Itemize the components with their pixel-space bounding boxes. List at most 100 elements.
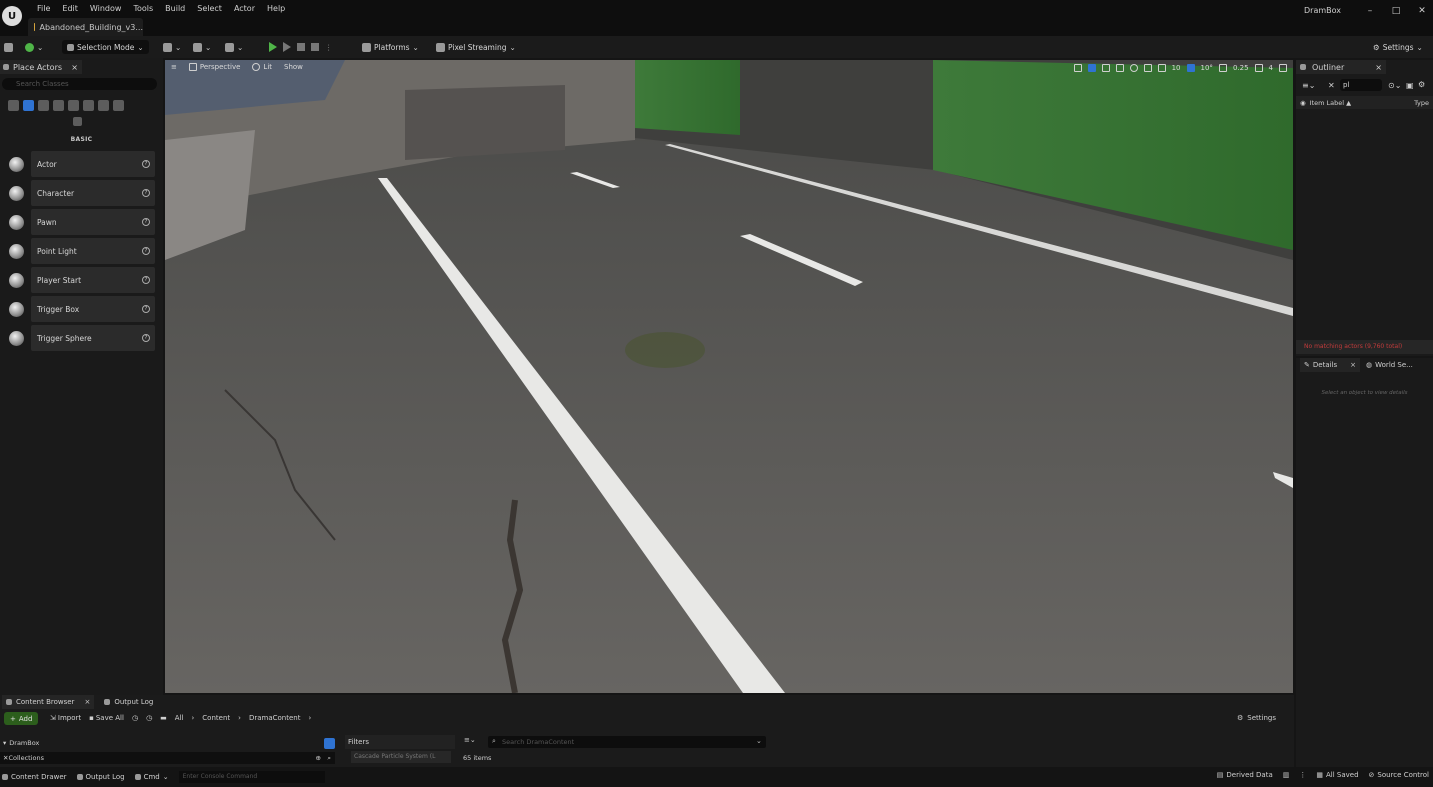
menu-file[interactable]: File <box>31 4 56 14</box>
help-icon[interactable]: ? <box>142 160 150 168</box>
filter-icon[interactable]: ≡⌄ <box>1302 81 1315 90</box>
source-control-status[interactable]: ⊘ Source Control <box>1369 771 1429 779</box>
minimize-button[interactable]: – <box>1365 6 1375 16</box>
camera-speed-icon[interactable] <box>1254 64 1263 72</box>
perspective-button[interactable]: Perspective <box>188 63 240 71</box>
source-control-button[interactable]: ⌄ <box>25 40 43 54</box>
rotate-tool-icon[interactable] <box>1101 64 1110 72</box>
viewport-menu-icon[interactable]: ≡ <box>171 63 177 71</box>
extra-category-icon[interactable] <box>73 117 82 126</box>
add-folder-icon[interactable]: ▣ <box>1406 81 1414 90</box>
output-log-tab[interactable]: Output Log <box>104 698 153 706</box>
import-button[interactable]: ⇲ Import <box>50 714 81 722</box>
selection-mode-dropdown[interactable]: Selection Mode ⌄ <box>62 40 149 54</box>
derived-data-button[interactable]: ▤ Derived Data <box>1217 771 1273 779</box>
outliner-tab[interactable]: Outliner × <box>1296 60 1386 74</box>
select-tool-icon[interactable] <box>1073 64 1082 72</box>
shapes-category-icon[interactable] <box>53 100 64 111</box>
lights-category-icon[interactable] <box>38 100 49 111</box>
platforms-dropdown[interactable]: Platforms ⌄ <box>362 40 419 54</box>
character-item[interactable]: Character? <box>3 180 155 206</box>
scale-snap-icon[interactable] <box>1218 64 1227 72</box>
menu-tools[interactable]: Tools <box>127 4 159 14</box>
trigger-sphere-item[interactable]: Trigger Sphere? <box>3 325 155 351</box>
step-icon[interactable] <box>283 42 291 52</box>
chevron-down-icon[interactable]: ⌄ <box>756 737 762 745</box>
lit-button[interactable]: Lit <box>252 63 272 71</box>
translate-tool-icon[interactable] <box>1087 64 1096 72</box>
point-light-item[interactable]: Point Light? <box>3 238 155 264</box>
item-label-column[interactable]: ◉ Item Label ▲ <box>1300 99 1351 107</box>
show-button[interactable]: Show <box>284 63 303 71</box>
maximize-viewport-icon[interactable] <box>1279 64 1287 72</box>
visual-effects-category-icon[interactable] <box>68 100 79 111</box>
pawn-item[interactable]: Pawn? <box>3 209 155 235</box>
help-icon[interactable]: ? <box>142 189 150 197</box>
scale-snap-value[interactable]: 0.25 <box>1233 64 1249 72</box>
settings-dropdown[interactable]: ⚙ Settings ⌄ <box>1373 40 1423 54</box>
close-window-button[interactable]: ✕ <box>1417 6 1427 16</box>
level-viewport[interactable]: ≡ Perspective Lit Show 10 10° 0.25 4 <box>165 60 1293 693</box>
filter-chip[interactable]: Cascade Particle System (L <box>351 751 451 763</box>
search-classes-input[interactable]: Search Classes <box>2 78 157 90</box>
type-column[interactable]: Type <box>1414 99 1429 107</box>
stop-icon[interactable] <box>297 43 305 51</box>
close-icon[interactable]: × <box>1375 63 1382 72</box>
help-icon[interactable]: ? <box>142 305 150 313</box>
rotation-snap-value[interactable]: 10° <box>1201 64 1213 72</box>
search-options-icon[interactable]: ⊙⌄ <box>1388 81 1401 90</box>
menu-actor[interactable]: Actor <box>228 4 261 14</box>
scale-tool-icon[interactable] <box>1115 64 1124 72</box>
close-icon[interactable]: × <box>71 63 78 72</box>
menu-window[interactable]: Window <box>84 4 128 14</box>
content-browser-settings[interactable]: ⚙ Settings <box>1237 714 1276 722</box>
console-command-input[interactable]: Enter Console Command <box>178 771 325 783</box>
grid-snap-icon[interactable] <box>1157 64 1166 72</box>
history-forward-icon[interactable]: ◷ <box>146 714 152 722</box>
trace-icon[interactable]: ▥ <box>1283 771 1290 779</box>
source-root-row[interactable]: ▾ DramBox <box>0 737 335 749</box>
save-level-button[interactable] <box>4 40 13 54</box>
asset-search-input[interactable]: Search DramaContent <box>488 736 766 748</box>
play-icon[interactable] <box>269 42 277 52</box>
add-button[interactable]: + Add <box>4 712 39 725</box>
clear-search-icon[interactable]: ✕ <box>1328 81 1335 90</box>
all-saved-button[interactable]: ▦ All Saved <box>1316 771 1358 779</box>
search-icon[interactable]: ⌕ <box>327 754 331 763</box>
breadcrumb-all[interactable]: All <box>175 714 184 722</box>
content-drawer-button[interactable]: Content Drawer <box>2 773 67 781</box>
place-actors-tab[interactable]: Place Actors × <box>0 60 82 74</box>
volumes-category-icon[interactable] <box>83 100 94 111</box>
grid-snap-value[interactable]: 10 <box>1172 64 1181 72</box>
level-document-tab[interactable]: Abandoned_Building_v3... <box>28 18 143 36</box>
save-all-button[interactable]: ▪ Save All <box>89 714 124 722</box>
eject-icon[interactable] <box>311 43 319 51</box>
menu-edit[interactable]: Edit <box>56 4 84 14</box>
cinematics-button[interactable]: ⌄ <box>225 40 243 54</box>
blueprint-button[interactable]: ⌄ <box>193 40 211 54</box>
collections-row[interactable]: ✕ Collections ⊕ ⌕ <box>0 752 335 764</box>
world-settings-tab[interactable]: ◍ World Se... <box>1366 361 1413 369</box>
rotation-snap-icon[interactable] <box>1186 64 1195 72</box>
camera-speed-value[interactable]: 4 <box>1269 64 1273 72</box>
content-browser-tab[interactable]: Content Browser × <box>2 695 95 709</box>
details-tab[interactable]: ✎ Details × <box>1300 358 1361 372</box>
close-icon[interactable]: × <box>1350 361 1356 369</box>
menu-select[interactable]: Select <box>191 4 228 14</box>
help-icon[interactable]: ? <box>142 334 150 342</box>
breadcrumb-content[interactable]: Content <box>202 714 230 722</box>
trigger-box-item[interactable]: Trigger Box? <box>3 296 155 322</box>
cmd-dropdown[interactable]: Cmd ⌄ <box>134 773 169 781</box>
actor-item[interactable]: Actor? <box>3 151 155 177</box>
surface-snap-icon[interactable] <box>1143 64 1152 72</box>
player-start-item[interactable]: Player Start? <box>3 267 155 293</box>
gear-icon[interactable]: ⚙ <box>1418 80 1425 89</box>
menu-help[interactable]: Help <box>261 4 291 14</box>
basic-category-icon[interactable] <box>23 100 34 111</box>
maximize-button[interactable]: □ <box>1391 6 1401 16</box>
history-back-icon[interactable]: ◷ <box>132 714 138 722</box>
cinematic-category-icon[interactable] <box>113 100 124 111</box>
pixel-streaming-dropdown[interactable]: Pixel Streaming ⌄ <box>436 40 516 54</box>
help-icon[interactable]: ? <box>142 247 150 255</box>
output-log-button[interactable]: Output Log <box>76 773 125 781</box>
